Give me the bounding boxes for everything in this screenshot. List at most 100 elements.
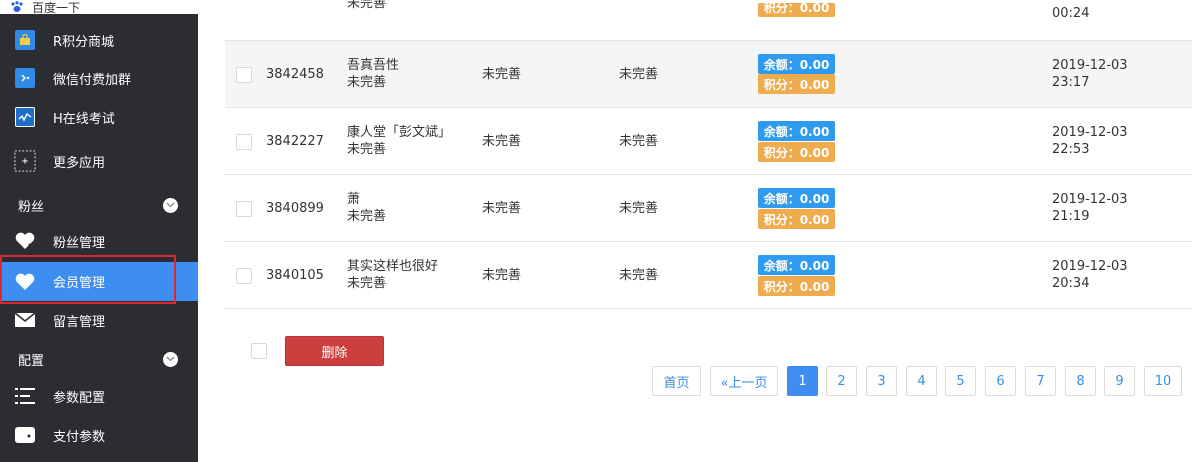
page-button-5[interactable]: 5 (945, 366, 976, 396)
member-time: 21:19 (1052, 209, 1090, 224)
points-badge: 积分：0.00 (758, 74, 835, 94)
chevron-down-icon[interactable] (163, 197, 178, 213)
balance-badge: 余额：0.00 (758, 121, 835, 141)
sidebar-group-label: 粉丝 (18, 199, 45, 215)
member-date: 2019-12-03 (1052, 58, 1128, 73)
balance-badge: 余额：0.00 (758, 54, 835, 74)
baidu-paw-icon (11, 1, 23, 12)
points-badge: 积分：0.00 (758, 209, 835, 229)
member-name: 吾真吾性 (347, 58, 400, 73)
mail-icon (14, 309, 36, 331)
member-time: 23:17 (1052, 75, 1090, 90)
member-field: 未完善 (619, 201, 659, 216)
points-badge: 积分：0.00 (758, 142, 835, 162)
sidebar-group-config[interactable]: 配置 (0, 344, 198, 374)
sidebar-item-online-exam[interactable]: H在线考试 (0, 98, 198, 136)
member-field: 未完善 (482, 268, 522, 283)
browser-tab-title: 百度一下 (32, 0, 81, 15)
member-time: 00:24 (1052, 6, 1090, 21)
page-button-1[interactable]: 1 (787, 366, 818, 396)
chevron-down-icon[interactable] (163, 351, 178, 367)
sidebar-item-label: 支付参数 (53, 429, 106, 445)
row-checkbox[interactable] (236, 67, 252, 83)
member-time: 20:34 (1052, 276, 1090, 291)
sidebar-item-points-mall[interactable]: R积分商城 (0, 21, 198, 59)
sidebar-item-parameter-config[interactable]: 参数配置 (0, 377, 198, 415)
select-all-checkbox[interactable] (251, 343, 267, 359)
wechat-group-icon (14, 67, 36, 89)
table-row[interactable]: 3840105 其实这样也很好 未完善 未完善 未完善 余额：0.00 积分：0… (225, 242, 1192, 309)
member-field: 未完善 (619, 268, 659, 283)
sidebar: R积分商城 微信付费加群 H在线考试 更多应用 粉丝 粉丝管理 会员管理 留言管… (0, 14, 198, 462)
page-button-2[interactable]: 2 (826, 366, 857, 396)
member-name: 其实这样也很好 (347, 259, 439, 274)
sidebar-item-more-apps[interactable]: 更多应用 (0, 142, 198, 180)
page-button-9[interactable]: 9 (1104, 366, 1135, 396)
member-field: 未完善 (482, 67, 522, 82)
member-date: 2019-12-03 (1052, 125, 1128, 140)
more-apps-icon (14, 150, 36, 172)
row-checkbox[interactable] (236, 268, 252, 284)
balance-badge: 余额：0.00 (758, 188, 835, 208)
delete-button[interactable]: 删除 (285, 336, 384, 366)
points-badge: 积分：0.00 (758, 3, 835, 17)
page-button-8[interactable]: 8 (1065, 366, 1096, 396)
table-row[interactable]: 3840899 萧 未完善 未完善 未完善 余额：0.00 积分：0.00 20… (225, 175, 1192, 242)
first-page-button[interactable]: 首页 (652, 366, 701, 396)
browser-tab[interactable]: 百度一下 (0, 0, 198, 15)
table-row-partial: 未完善 积分：0.00 00:24 (225, 0, 1192, 41)
page-button-4[interactable]: 4 (906, 366, 937, 396)
sidebar-item-label: 更多应用 (53, 155, 106, 171)
sidebar-item-label: 参数配置 (53, 390, 106, 406)
page-button-7[interactable]: 7 (1025, 366, 1056, 396)
member-field: 未完善 (482, 134, 522, 149)
sidebar-item-fans-management[interactable]: 粉丝管理 (0, 222, 198, 260)
member-id: 3842227 (266, 134, 324, 149)
prev-page-button[interactable]: «上一页 (710, 366, 778, 396)
sidebar-group-label: 配置 (18, 353, 45, 369)
member-field: 未完善 (482, 201, 522, 216)
member-date: 2019-12-03 (1052, 259, 1128, 274)
sidebar-item-label: 微信付费加群 (53, 72, 132, 88)
member-id: 3840105 (266, 268, 324, 283)
points-badge: 积分：0.00 (758, 276, 835, 296)
member-time: 22:53 (1052, 142, 1090, 157)
member-id: 3840899 (266, 201, 324, 216)
settings-list-icon (14, 385, 36, 407)
sidebar-item-label: 留言管理 (53, 314, 106, 330)
member-name: 康人堂「彭文斌」 (347, 125, 452, 140)
member-id: 3842458 (266, 67, 324, 82)
member-status: 未完善 (347, 0, 387, 11)
sidebar-item-label: R积分商城 (53, 34, 115, 50)
balance-badge: 余额：0.00 (758, 255, 835, 275)
table-row[interactable]: 3842458 吾真吾性 未完善 未完善 未完善 余额：0.00 积分：0.00… (225, 41, 1192, 108)
member-field: 未完善 (619, 134, 659, 149)
member-status: 未完善 (347, 276, 387, 291)
sidebar-item-payment-params[interactable]: 支付参数 (0, 416, 198, 454)
member-date: 2019-12-03 (1052, 192, 1128, 207)
sidebar-item-member-management[interactable]: 会员管理 (0, 262, 198, 301)
page-button-6[interactable]: 6 (985, 366, 1016, 396)
row-checkbox[interactable] (236, 134, 252, 150)
member-field: 未完善 (619, 67, 659, 82)
sidebar-item-message-management[interactable]: 留言管理 (0, 301, 198, 339)
sidebar-item-label: 粉丝管理 (53, 235, 106, 251)
sidebar-group-fans[interactable]: 粉丝 (0, 190, 198, 220)
table-row[interactable]: 3842227 康人堂「彭文斌」 未完善 未完善 未完善 余额：0.00 积分：… (225, 108, 1192, 175)
page-button-10[interactable]: 10 (1144, 366, 1182, 396)
wallet-icon (14, 424, 36, 446)
heart-icon (14, 230, 36, 252)
exam-chart-icon (14, 106, 36, 128)
member-name: 萧 (347, 192, 361, 207)
page-button-3[interactable]: 3 (866, 366, 897, 396)
sidebar-item-wechat-group[interactable]: 微信付费加群 (0, 59, 198, 97)
member-status: 未完善 (347, 209, 387, 224)
shopping-bag-icon (14, 29, 36, 51)
heart-icon (14, 271, 36, 293)
sidebar-item-label: H在线考试 (53, 111, 115, 127)
member-table-area: 未完善 积分：0.00 00:24 3842458 吾真吾性 未完善 未完善 未… (198, 0, 1192, 462)
member-status: 未完善 (347, 75, 387, 90)
sidebar-item-label: 会员管理 (53, 276, 106, 291)
row-checkbox[interactable] (236, 201, 252, 217)
member-status: 未完善 (347, 142, 387, 157)
